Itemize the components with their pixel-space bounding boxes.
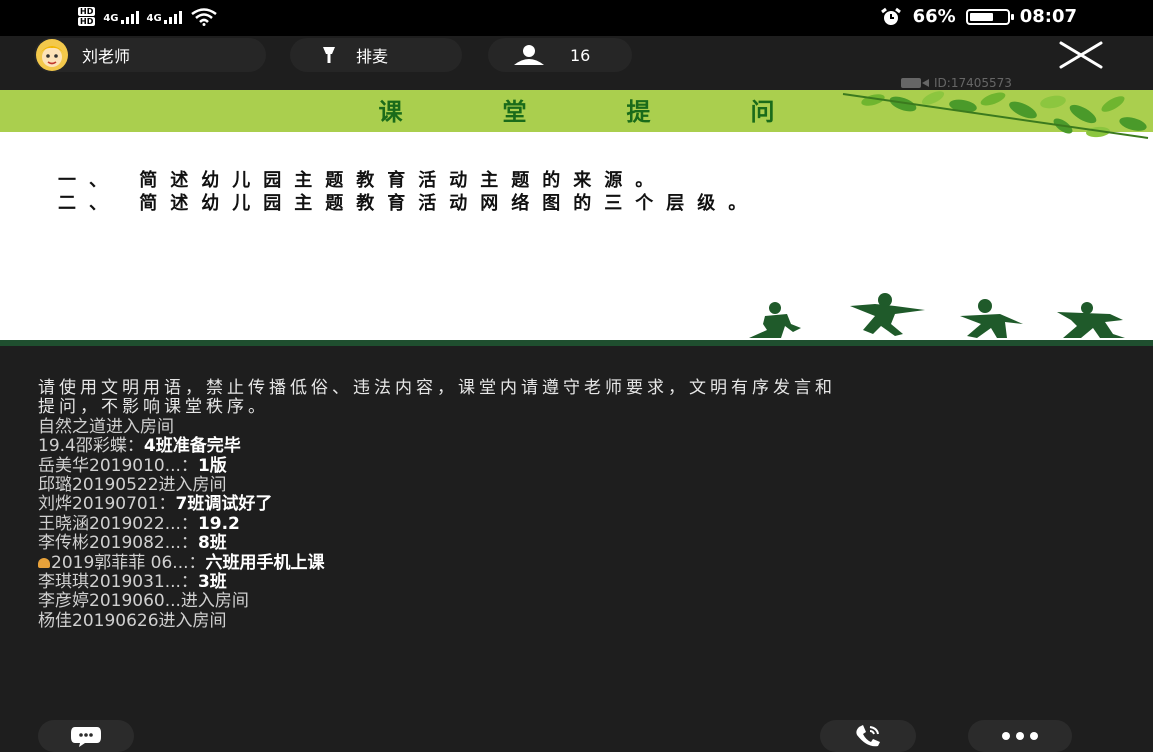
user-badge-icon	[38, 557, 50, 568]
room-id: ID:17405573	[900, 76, 1012, 90]
chat-message: 王晓涵2019022...：19.2	[38, 513, 918, 534]
close-icon[interactable]	[1057, 40, 1105, 70]
avatar-face-icon	[40, 46, 64, 67]
chat-message-sender: 自然之道进入房间	[38, 416, 174, 437]
leaves-decoration-icon	[842, 91, 1149, 139]
battery-percent: 66%	[912, 6, 956, 27]
slide-bottom-bar	[0, 340, 1153, 346]
network-type-1: 4G	[103, 12, 119, 24]
question-2: 二、 简述幼儿园主题教育活动网络图的三个层级。	[58, 193, 760, 214]
hd-badge: HD HD	[78, 7, 96, 26]
status-bar: HD HD 4G 4G 66% 08:07	[0, 0, 1153, 36]
room-id-text: ID:17405573	[934, 76, 1012, 90]
status-right: 66% 08:07	[879, 6, 1077, 27]
top-bar: 刘老师 排麦 16	[0, 36, 1153, 76]
battery-fill	[969, 12, 994, 21]
chat-message-sender: 李传彬2019082...：	[38, 533, 198, 554]
signal-1: 4G	[103, 10, 139, 24]
viewer-count: 16	[570, 45, 591, 65]
status-left: HD HD 4G 4G	[78, 7, 218, 26]
chat-message-text: 8班	[197, 533, 227, 554]
chat-message-text: 六班用手机上课	[205, 552, 325, 573]
chat-button[interactable]	[38, 720, 134, 752]
chat-message-sender: 李琪琪2019031...：	[38, 572, 198, 593]
call-button[interactable]	[820, 720, 916, 752]
hd-label-1: HD	[78, 7, 96, 16]
chat-message-sender: 19.4邵彩蝶：	[38, 436, 144, 457]
clock: 08:07	[1019, 6, 1077, 27]
chat-message-sender: 李彦婷2019060...进入房间	[38, 591, 249, 612]
mic-queue-label: 排麦	[356, 47, 389, 66]
chat-message: 李彦婷2019060...进入房间	[38, 592, 918, 611]
chat-message-sender: 王晓涵2019022...：	[38, 513, 198, 534]
chat-list[interactable]: 请使用文明用语，禁止传播低俗、违法内容，课堂内请遵守老师要求，文明有序发言和提问…	[38, 378, 918, 631]
chat-message: 邱璐20190522进入房间	[38, 475, 918, 496]
chat-bubble-icon	[71, 727, 101, 747]
teacher-pill[interactable]: 刘老师	[34, 38, 266, 72]
chat-notice: 请使用文明用语，禁止传播低俗、违法内容，课堂内请遵守老师要求，文明有序发言和提问…	[38, 378, 836, 418]
chat-message: 2019郭菲菲 06...：六班用手机上课	[38, 552, 918, 573]
slide-area: 课堂提问 一、 简述幼儿园主题教育活动主题的来源。 二、 简述幼儿园主题教育活动…	[0, 90, 1153, 346]
chat-message-sender: 邱璐20190522进入房间	[38, 475, 227, 496]
signal-2: 4G	[147, 10, 182, 24]
chat-messages: 自然之道进入房间 19.4邵彩蝶：4班准备完毕 岳美华2019010...：1版 邱璐…	[38, 416, 918, 631]
chat-message-sender: 刘烨20190701：	[38, 494, 176, 515]
chat-message: 岳美华2019010...：1版	[38, 455, 918, 476]
chat-message: 李琪琪2019031...：3班	[38, 572, 918, 593]
chat-message-text: 1版	[197, 455, 227, 476]
chat-message: 李传彬2019082...：8班	[38, 534, 918, 553]
video-icon	[901, 78, 929, 88]
chat-message: 刘烨20190701：7班调试好了	[38, 495, 918, 514]
hd-label-2: HD	[78, 17, 96, 26]
wifi-icon	[190, 7, 217, 26]
phone-icon	[856, 725, 880, 747]
chat-message: 19.4邵彩蝶：4班准备完毕	[38, 437, 918, 456]
teacher-name: 刘老师	[82, 47, 131, 66]
chat-message-text: 4班准备完毕	[143, 436, 241, 457]
chat-message: 自然之道进入房间	[38, 416, 918, 437]
signal-bars-2-icon	[163, 10, 182, 24]
more-button[interactable]	[968, 720, 1072, 752]
viewer-count-button[interactable]: 16	[488, 38, 632, 72]
more-icon	[1002, 732, 1038, 740]
chat-message-sender: 杨佳20190626进入房间	[38, 610, 227, 631]
avatar[interactable]	[36, 39, 68, 71]
chat-message-text: 3班	[197, 572, 227, 593]
microphone-icon	[323, 47, 335, 63]
battery-icon	[965, 8, 1014, 25]
user-icon	[514, 45, 544, 65]
chat-message-text: 19.2	[197, 513, 240, 534]
chat-message: 杨佳20190626进入房间	[38, 610, 918, 631]
chat-message-sender: 2019郭菲菲 06...：	[51, 552, 206, 573]
signal-bars-1-icon	[120, 10, 139, 24]
children-silhouette-icon	[749, 293, 1125, 338]
network-type-2: 4G	[146, 12, 162, 24]
alarm-icon	[880, 7, 901, 25]
chat-message-text: 7班调试好了	[175, 494, 273, 515]
chat-message-sender: 岳美华2019010...：	[38, 455, 198, 476]
mic-queue-button[interactable]: 排麦	[290, 38, 462, 72]
